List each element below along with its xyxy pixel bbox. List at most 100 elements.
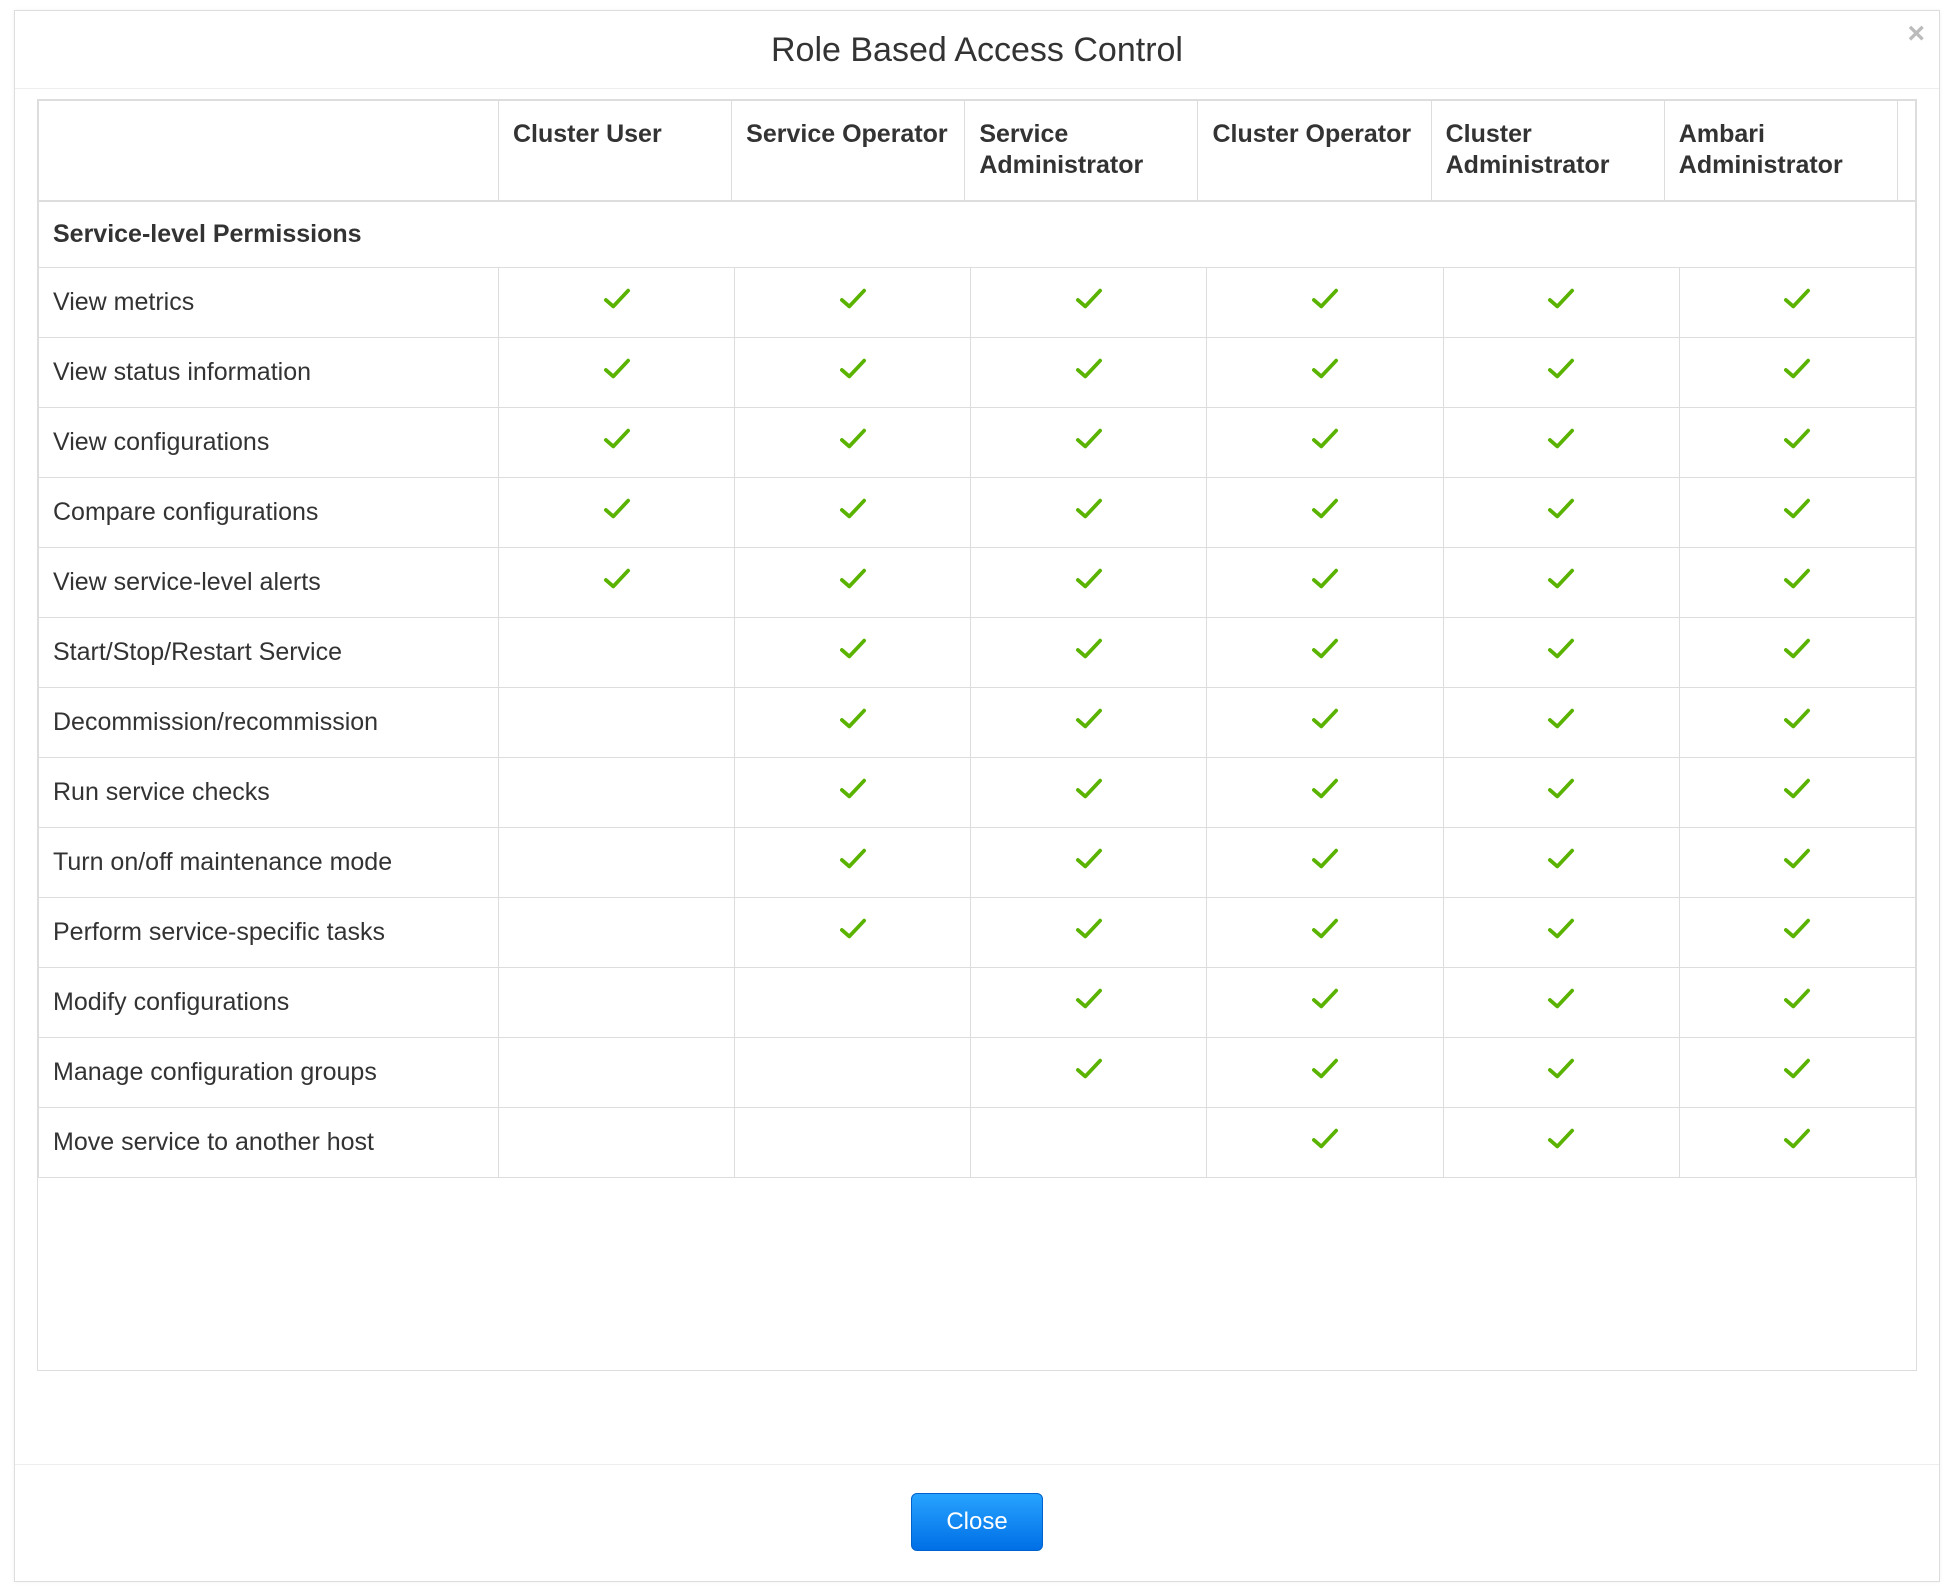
permission-grant-cell bbox=[1207, 1107, 1443, 1177]
permission-grant-cell bbox=[1207, 897, 1443, 967]
permission-grant-cell bbox=[499, 337, 735, 407]
check-icon bbox=[1310, 636, 1340, 662]
permission-row: Compare configurations bbox=[39, 477, 1916, 547]
permission-grant-cell bbox=[735, 967, 971, 1037]
permission-grant-cell bbox=[1207, 1037, 1443, 1107]
header-scroll-spacer bbox=[1898, 101, 1916, 201]
permission-grant-cell bbox=[1207, 617, 1443, 687]
permission-row: Turn on/off maintenance mode bbox=[39, 827, 1916, 897]
permission-row: Run service checks bbox=[39, 757, 1916, 827]
permission-grant-cell bbox=[735, 337, 971, 407]
check-icon bbox=[838, 706, 868, 732]
check-icon bbox=[838, 566, 868, 592]
check-icon bbox=[1782, 356, 1812, 382]
permission-grant-cell bbox=[1679, 897, 1915, 967]
permission-row: View configurations bbox=[39, 407, 1916, 477]
check-icon bbox=[1782, 1056, 1812, 1082]
permission-grant-cell bbox=[971, 967, 1207, 1037]
permission-grant-cell bbox=[971, 687, 1207, 757]
check-icon bbox=[1782, 846, 1812, 872]
modal-title: Role Based Access Control bbox=[771, 31, 1183, 69]
permission-grant-cell bbox=[971, 477, 1207, 547]
permission-grant-cell bbox=[1443, 827, 1679, 897]
check-icon bbox=[602, 286, 632, 312]
check-icon bbox=[1310, 286, 1340, 312]
check-icon bbox=[1310, 916, 1340, 942]
check-icon bbox=[1546, 1056, 1576, 1082]
permission-grant-cell bbox=[1679, 617, 1915, 687]
permission-grant-cell bbox=[499, 547, 735, 617]
check-icon bbox=[1074, 706, 1104, 732]
check-icon bbox=[1782, 776, 1812, 802]
header-role-4: Cluster Administrator bbox=[1431, 101, 1664, 201]
permissions-table-body: Service-level PermissionsView metricsVie… bbox=[38, 201, 1916, 1178]
permissions-table-container: Cluster User Service Operator Service Ad… bbox=[37, 99, 1917, 1371]
check-icon bbox=[1782, 496, 1812, 522]
check-icon bbox=[1074, 1056, 1104, 1082]
check-icon bbox=[1546, 776, 1576, 802]
permission-name: Start/Stop/Restart Service bbox=[39, 617, 499, 687]
permission-name: View service-level alerts bbox=[39, 547, 499, 617]
check-icon bbox=[1546, 496, 1576, 522]
permission-grant-cell bbox=[1207, 757, 1443, 827]
permission-name: View configurations bbox=[39, 407, 499, 477]
check-icon bbox=[1782, 916, 1812, 942]
permission-grant-cell bbox=[971, 337, 1207, 407]
permission-grant-cell bbox=[971, 1037, 1207, 1107]
permission-grant-cell bbox=[735, 617, 971, 687]
check-icon bbox=[1546, 986, 1576, 1012]
permission-grant-cell bbox=[735, 407, 971, 477]
check-icon bbox=[1782, 986, 1812, 1012]
permission-grant-cell bbox=[735, 757, 971, 827]
permission-grant-cell bbox=[735, 477, 971, 547]
permission-grant-cell bbox=[1443, 897, 1679, 967]
check-icon bbox=[1310, 986, 1340, 1012]
permission-grant-cell bbox=[1443, 547, 1679, 617]
check-icon bbox=[602, 356, 632, 382]
permission-grant-cell bbox=[1443, 337, 1679, 407]
permission-grant-cell bbox=[499, 967, 735, 1037]
permission-grant-cell bbox=[735, 547, 971, 617]
permission-grant-cell bbox=[1207, 477, 1443, 547]
permission-name: Manage configuration groups bbox=[39, 1037, 499, 1107]
permissions-scroll-area[interactable]: Service-level PermissionsView metricsVie… bbox=[38, 201, 1916, 1371]
permission-grant-cell bbox=[1679, 337, 1915, 407]
check-icon bbox=[1074, 776, 1104, 802]
check-icon bbox=[1546, 356, 1576, 382]
permission-grant-cell bbox=[1443, 477, 1679, 547]
check-icon bbox=[1310, 706, 1340, 732]
permission-grant-cell bbox=[1443, 267, 1679, 337]
permission-row: Move service to another host bbox=[39, 1107, 1916, 1177]
permission-grant-cell bbox=[1207, 337, 1443, 407]
permission-row: View status information bbox=[39, 337, 1916, 407]
header-role-3: Cluster Operator bbox=[1198, 101, 1431, 201]
permission-grant-cell bbox=[1679, 477, 1915, 547]
permission-grant-cell bbox=[1679, 827, 1915, 897]
permission-grant-cell bbox=[735, 267, 971, 337]
header-role-2: Service Administrator bbox=[965, 101, 1198, 201]
check-icon bbox=[1782, 1126, 1812, 1152]
header-blank bbox=[39, 101, 499, 201]
permission-row: View service-level alerts bbox=[39, 547, 1916, 617]
check-icon bbox=[1546, 426, 1576, 452]
close-button[interactable]: Close bbox=[911, 1493, 1042, 1551]
check-icon bbox=[1074, 846, 1104, 872]
permission-grant-cell bbox=[1679, 407, 1915, 477]
check-icon bbox=[1310, 426, 1340, 452]
check-icon bbox=[1310, 1126, 1340, 1152]
check-icon bbox=[838, 356, 868, 382]
permission-row: Manage configuration groups bbox=[39, 1037, 1916, 1107]
close-icon[interactable]: × bbox=[1907, 19, 1925, 49]
check-icon bbox=[1546, 636, 1576, 662]
permission-grant-cell bbox=[1207, 687, 1443, 757]
check-icon bbox=[838, 776, 868, 802]
check-icon bbox=[1546, 566, 1576, 592]
permission-grant-cell bbox=[1443, 757, 1679, 827]
check-icon bbox=[1782, 286, 1812, 312]
permissions-table-header: Cluster User Service Operator Service Ad… bbox=[38, 100, 1916, 201]
permission-grant-cell bbox=[1443, 1037, 1679, 1107]
permission-grant-cell bbox=[1679, 757, 1915, 827]
permission-name: View metrics bbox=[39, 267, 499, 337]
check-icon bbox=[1074, 286, 1104, 312]
permission-grant-cell bbox=[1443, 1107, 1679, 1177]
